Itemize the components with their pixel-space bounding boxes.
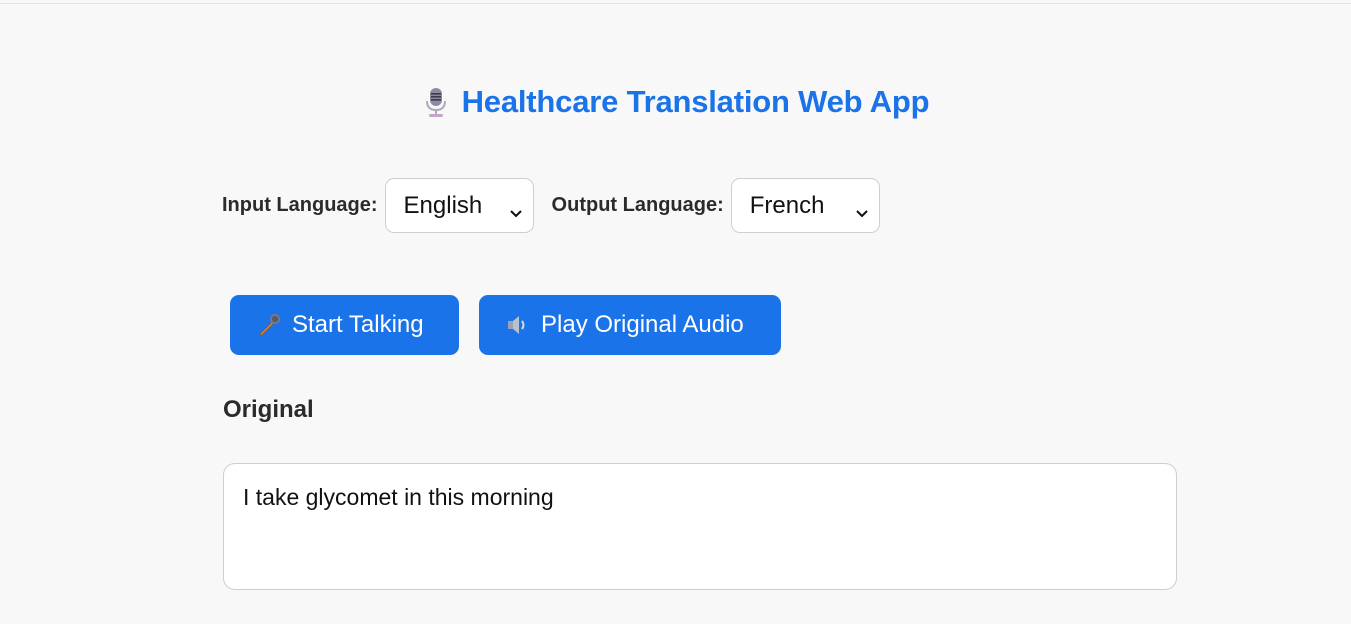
studio-microphone-icon [422, 85, 450, 119]
header: Healthcare Translation Web App [0, 84, 1351, 120]
output-language-label: Output Language: [551, 194, 724, 216]
page-title: Healthcare Translation Web App [461, 84, 930, 119]
chevron-down-icon [855, 199, 869, 218]
input-language-label: Input Language: [222, 194, 378, 216]
original-text-box[interactable]: I take glycomet in this morning [223, 463, 1177, 590]
microphone-icon [256, 312, 282, 338]
input-language-select[interactable]: English [384, 178, 534, 233]
action-buttons: Start Talking Play Original Audio [230, 295, 781, 355]
language-selectors: Input Language: English Output Language:… [222, 178, 880, 233]
start-talking-button[interactable]: Start Talking [230, 295, 459, 355]
top-divider [0, 3, 1351, 4]
input-language-value: English [403, 191, 483, 219]
output-language-value: French [749, 191, 825, 219]
play-original-audio-button[interactable]: Play Original Audio [479, 295, 781, 355]
start-talking-label: Start Talking [292, 311, 424, 338]
original-heading: Original [223, 396, 314, 423]
chevron-down-icon [509, 199, 523, 218]
original-text: I take glycomet in this morning [243, 484, 554, 510]
speaker-icon [505, 312, 531, 338]
play-original-audio-label: Play Original Audio [541, 311, 744, 338]
output-language-select[interactable]: French [730, 178, 880, 233]
